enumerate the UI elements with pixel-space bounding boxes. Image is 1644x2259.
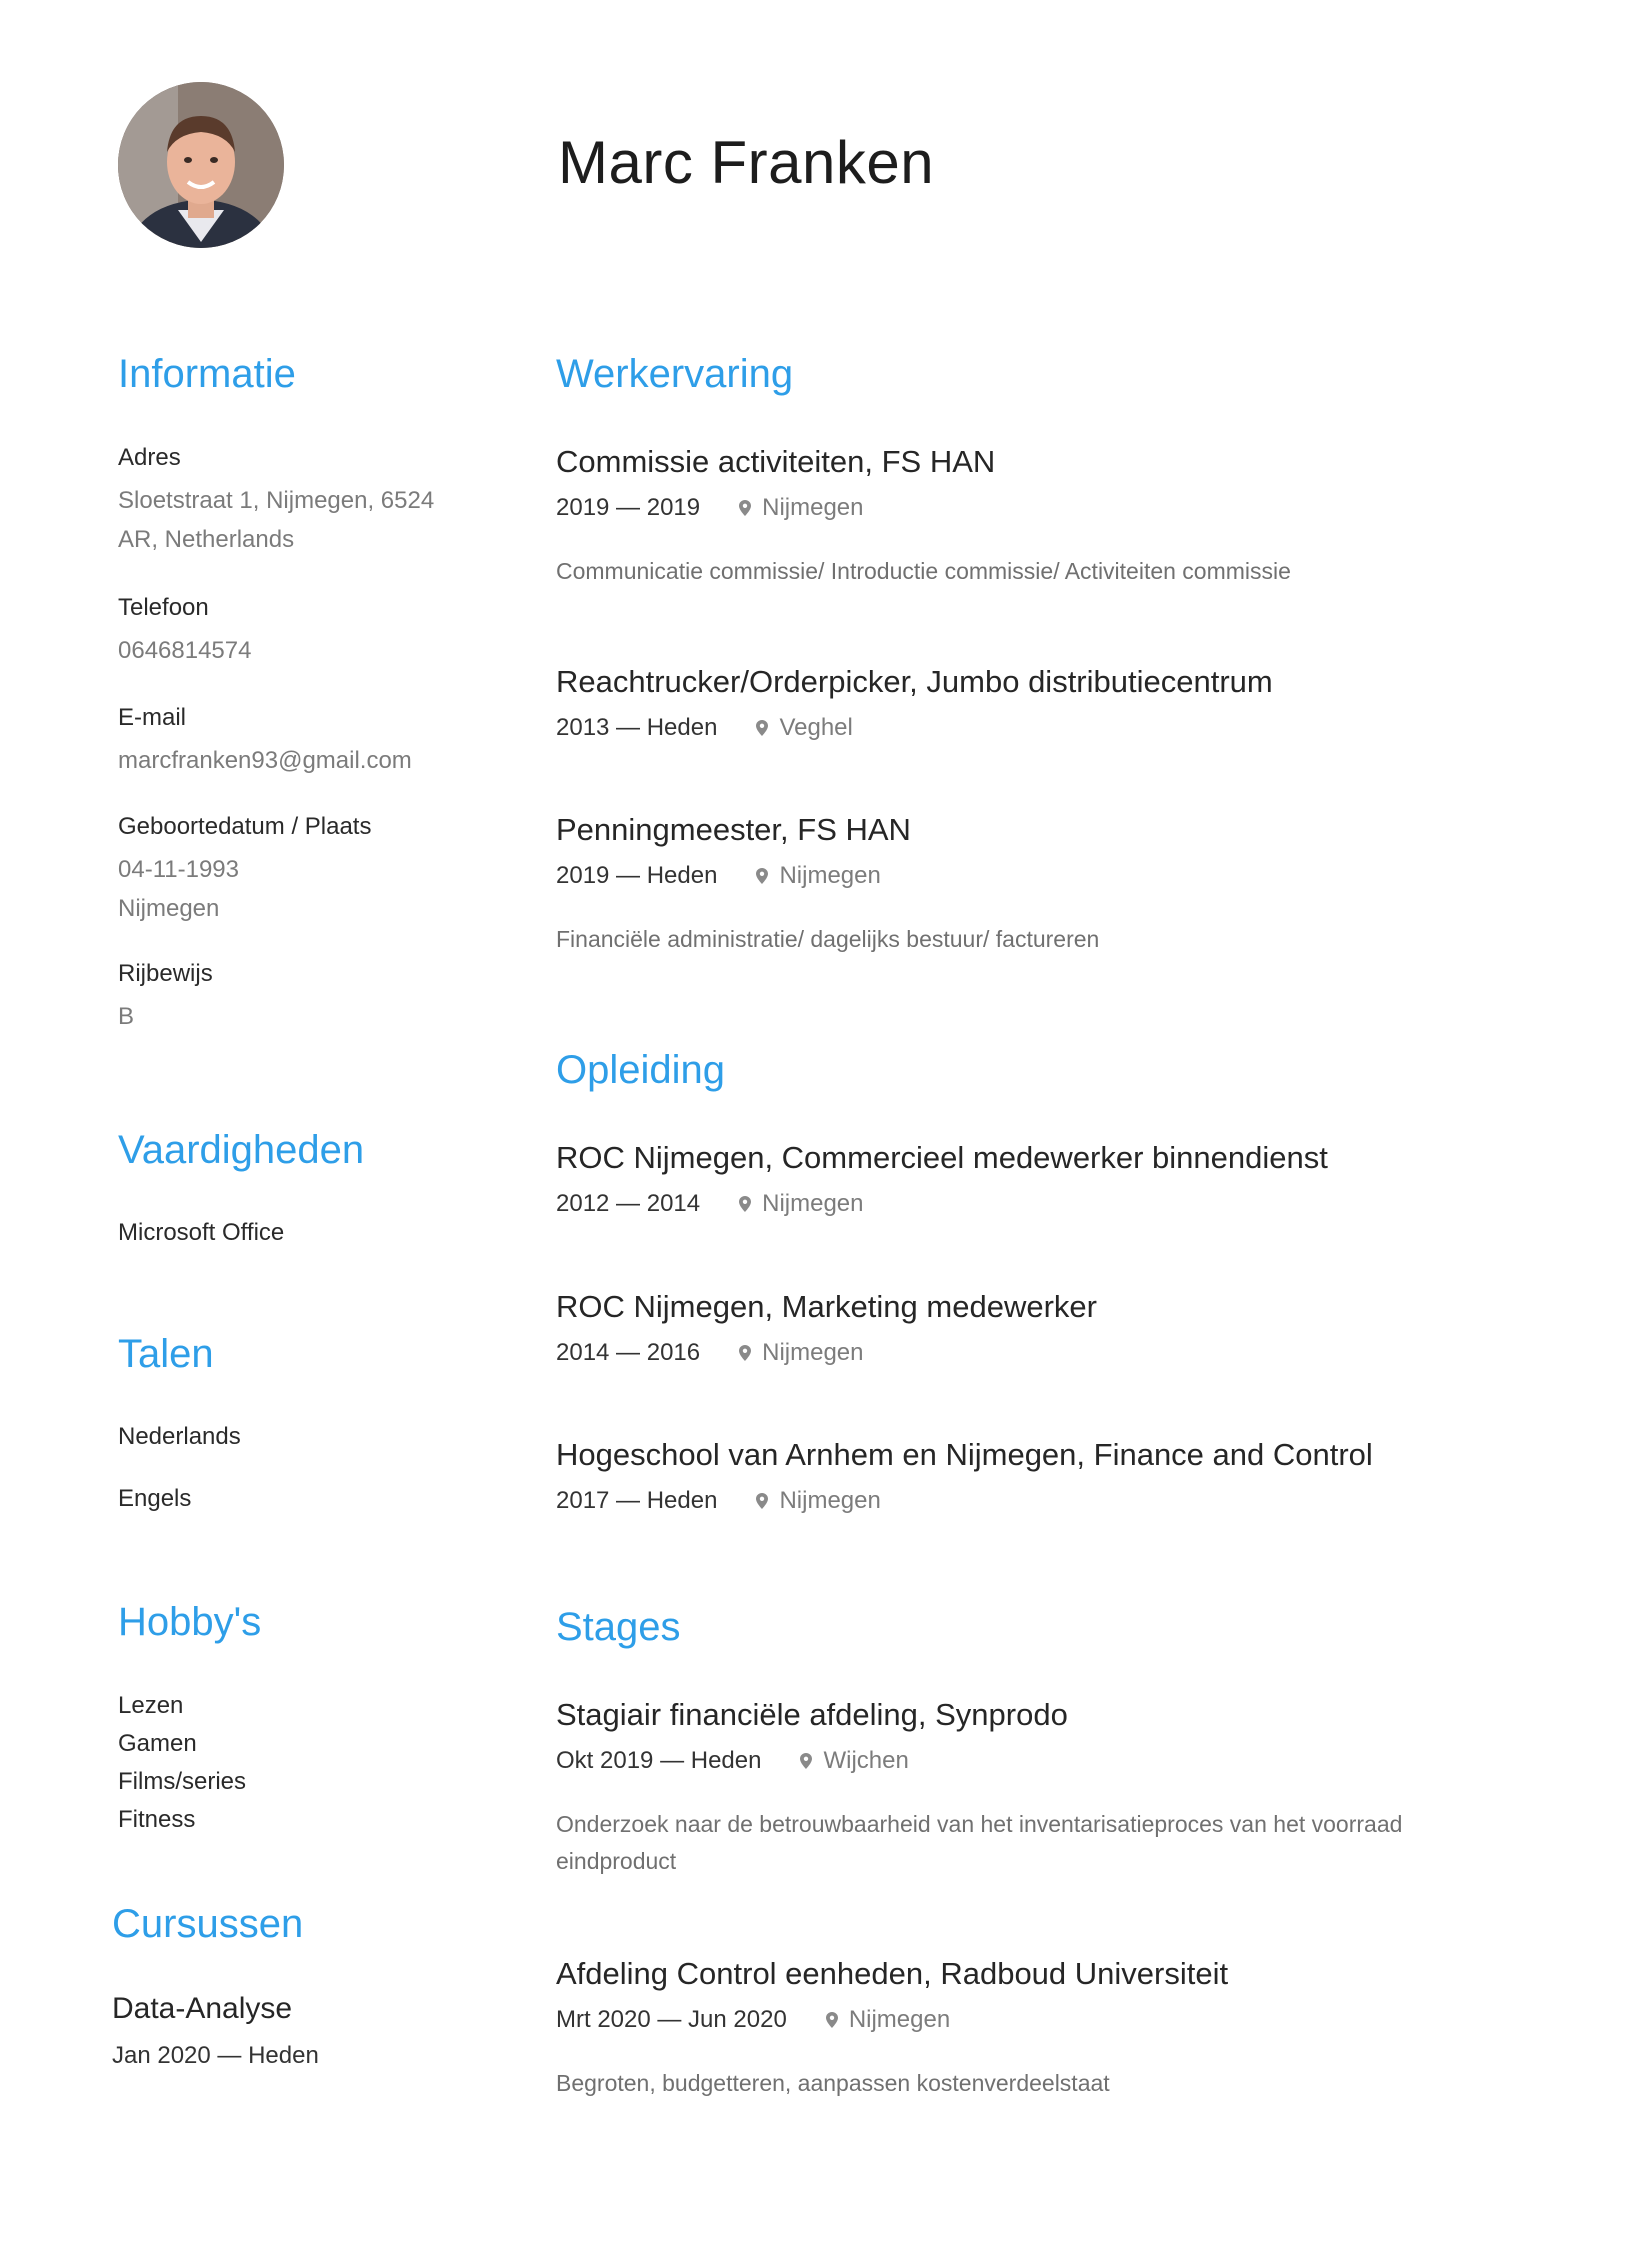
education-period: 2017 — Heden (556, 1487, 718, 1514)
internship-title: Stagiair financiële afdeling, Synprodo (556, 1697, 1068, 1732)
job-description: Communicatie commissie/ Introductie comm… (556, 558, 1291, 584)
hobby-item: Gamen (118, 1730, 197, 1757)
geboorte-label: Geboortedatum / Plaats (118, 813, 372, 840)
job-meta: 2013 — Heden Veghel (556, 714, 853, 742)
profile-photo (118, 82, 284, 248)
location-pin-icon (800, 1753, 813, 1769)
job-meta: 2019 — Heden Nijmegen (556, 862, 881, 890)
candidate-name: Marc Franken (558, 129, 935, 196)
location-pin-icon (756, 1493, 769, 1509)
adres-line2: AR, Netherlands (118, 526, 295, 553)
person-portrait-icon (118, 82, 284, 248)
section-heading-opleiding: Opleiding (556, 1048, 726, 1092)
location-pin-icon (756, 868, 769, 884)
internship-meta: Okt 2019 — Heden Wijchen (556, 1747, 909, 1775)
job-title: Penningmeester, FS HAN (556, 812, 911, 847)
section-heading-hobbys: Hobby's (118, 1600, 262, 1644)
geboorteplaats-value: Nijmegen (118, 895, 220, 922)
adres-line1: Sloetstraat 1, Nijmegen, 6524 (118, 487, 435, 514)
education-meta: 2017 — Heden Nijmegen (556, 1487, 881, 1515)
job-period: 2013 — Heden (556, 714, 718, 741)
section-heading-stages: Stages (556, 1605, 681, 1649)
email-value: marcfranken93@gmail.com (118, 747, 412, 774)
course-title: Data-Analyse (112, 1992, 293, 2025)
internship-location: Wijchen (799, 1747, 909, 1775)
education-location: Nijmegen (738, 1190, 864, 1218)
education-title: ROC Nijmegen, Marketing medewerker (556, 1289, 1097, 1324)
course-period: Jan 2020 — Heden (112, 2042, 319, 2069)
section-heading-cursussen: Cursussen (112, 1902, 304, 1946)
section-heading-vaardigheden: Vaardigheden (118, 1128, 365, 1172)
job-description: Financiële administratie/ dagelijks best… (556, 926, 1100, 952)
education-meta: 2012 — 2014 Nijmegen (556, 1190, 864, 1218)
internship-location: Nijmegen (825, 2006, 950, 2034)
internship-title: Afdeling Control eenheden, Radboud Unive… (556, 1956, 1229, 1991)
education-location: Nijmegen (738, 1339, 864, 1367)
language-item: Nederlands (118, 1423, 241, 1450)
language-item: Engels (118, 1485, 192, 1512)
job-location: Veghel (755, 714, 853, 742)
location-pin-icon (739, 1345, 752, 1361)
education-location: Nijmegen (755, 1487, 881, 1515)
internship-period: Okt 2019 — Heden (556, 1747, 762, 1774)
skill-item: Microsoft Office (118, 1219, 285, 1246)
education-period: 2014 — 2016 (556, 1339, 701, 1366)
internship-meta: Mrt 2020 — Jun 2020 Nijmegen (556, 2006, 950, 2034)
job-title: Reachtrucker/Orderpicker, Jumbo distribu… (556, 664, 1273, 699)
education-title: ROC Nijmegen, Commercieel medewerker bin… (556, 1140, 1328, 1175)
rijbewijs-label: Rijbewijs (118, 960, 213, 987)
job-meta: 2019 — 2019 Nijmegen (556, 494, 864, 522)
geboortedatum-value: 04-11-1993 (118, 856, 239, 883)
telefoon-label: Telefoon (118, 594, 209, 621)
education-meta: 2014 — 2016 Nijmegen (556, 1339, 864, 1367)
section-heading-talen: Talen (118, 1332, 214, 1376)
hobby-item: Fitness (118, 1806, 196, 1833)
location-pin-icon (756, 720, 769, 736)
education-period: 2012 — 2014 (556, 1190, 701, 1217)
email-label: E-mail (118, 704, 187, 731)
telefoon-value: 0646814574 (118, 637, 252, 664)
education-title: Hogeschool van Arnhem en Nijmegen, Finan… (556, 1437, 1373, 1472)
resume-page: { "name": "Marc Franken", "colors": { "a… (0, 0, 1644, 2259)
internship-description-line2: eindproduct (556, 1848, 677, 1874)
job-location: Nijmegen (755, 862, 881, 890)
section-heading-informatie: Informatie (118, 352, 296, 396)
internship-description: Begroten, budgetteren, aanpassen kostenv… (556, 2070, 1110, 2096)
hobby-item: Films/series (118, 1768, 247, 1795)
internship-description-line1: Onderzoek naar de betrouwbaarheid van he… (556, 1811, 1403, 1837)
location-pin-icon (739, 500, 752, 516)
section-heading-werkervaring: Werkervaring (556, 352, 794, 396)
location-pin-icon (739, 1196, 752, 1212)
job-period: 2019 — 2019 (556, 494, 701, 521)
hobby-item: Lezen (118, 1692, 184, 1719)
job-period: 2019 — Heden (556, 862, 718, 889)
rijbewijs-value: B (118, 1003, 135, 1030)
job-location: Nijmegen (738, 494, 864, 522)
internship-period: Mrt 2020 — Jun 2020 (556, 2006, 787, 2033)
adres-label: Adres (118, 444, 181, 471)
location-pin-icon (825, 2012, 838, 2028)
job-title: Commissie activiteiten, FS HAN (556, 444, 996, 479)
